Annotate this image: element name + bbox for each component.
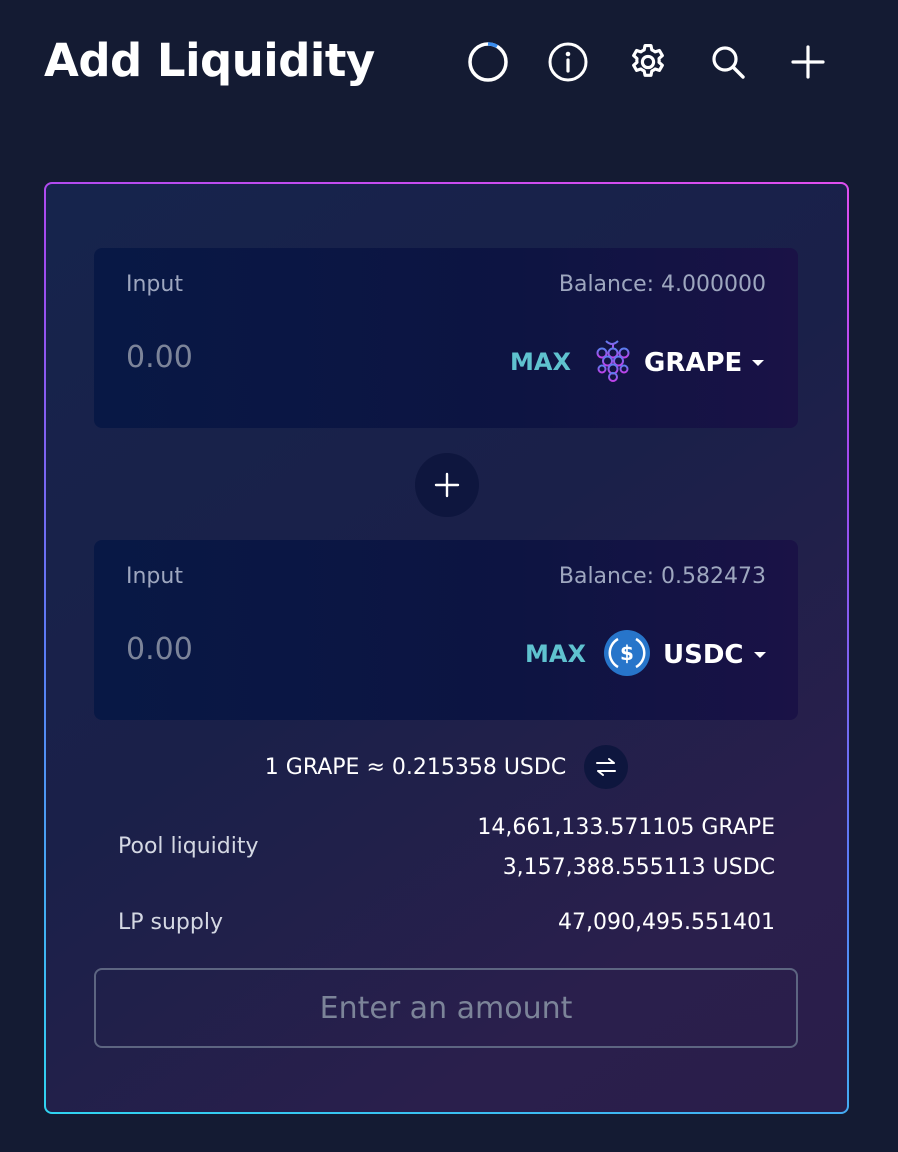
swap-arrows-icon bbox=[596, 758, 617, 776]
plus-icon bbox=[434, 472, 460, 498]
grape-icon bbox=[594, 339, 632, 387]
input-b-token-select[interactable]: $ USDC bbox=[603, 630, 766, 680]
input-b-amount[interactable] bbox=[126, 632, 426, 667]
input-a-balance: Balance: 4.000000 bbox=[558, 272, 766, 297]
input-b-token-name: USDC bbox=[663, 640, 744, 670]
input-b-balance: Balance: 0.582473 bbox=[558, 564, 766, 589]
lp-supply-label: LP supply bbox=[118, 910, 223, 935]
input-a-token-select[interactable]: GRAPE bbox=[594, 338, 765, 388]
search-icon[interactable] bbox=[707, 41, 749, 83]
add-separator-plus bbox=[415, 453, 479, 517]
exchange-rate-text: 1 GRAPE ≈ 0.215358 USDC bbox=[264, 754, 567, 780]
input-a-amount[interactable] bbox=[126, 340, 426, 375]
chevron-down-icon bbox=[752, 360, 765, 366]
input-a-max-button[interactable]: MAX bbox=[510, 348, 571, 376]
exchange-rate-row: 1 GRAPE ≈ 0.215358 USDC bbox=[46, 745, 847, 789]
input-b-max-button[interactable]: MAX bbox=[525, 640, 586, 668]
input-a-label: Input bbox=[126, 272, 183, 297]
chevron-down-icon bbox=[753, 652, 766, 658]
swap-rate-button[interactable] bbox=[584, 745, 629, 789]
gear-icon[interactable] bbox=[627, 41, 669, 83]
page-title: Add Liquidity bbox=[44, 34, 375, 87]
liquidity-card-border: Input Balance: 4.000000 MAX bbox=[44, 182, 849, 1114]
pool-liquidity-label: Pool liquidity bbox=[118, 834, 259, 859]
refresh-icon[interactable] bbox=[467, 41, 509, 83]
input-a-token-name: GRAPE bbox=[644, 348, 743, 378]
svg-text:$: $ bbox=[620, 641, 634, 665]
usdc-icon: $ bbox=[603, 629, 651, 681]
liquidity-card: Input Balance: 4.000000 MAX bbox=[46, 184, 847, 1112]
lp-supply-value: 47,090,495.551401 bbox=[558, 910, 775, 935]
pool-liquidity-grape: 14,661,133.571105 GRAPE bbox=[477, 815, 775, 840]
plus-icon[interactable] bbox=[787, 41, 829, 83]
input-panel-a: Input Balance: 4.000000 MAX bbox=[94, 248, 798, 428]
input-panel-b: Input Balance: 0.582473 MAX $ USDC bbox=[94, 540, 798, 720]
info-icon[interactable] bbox=[547, 41, 589, 83]
pool-liquidity-usdc: 3,157,388.555113 USDC bbox=[502, 855, 775, 880]
enter-amount-button[interactable]: Enter an amount bbox=[94, 968, 798, 1048]
input-b-label: Input bbox=[126, 564, 183, 589]
